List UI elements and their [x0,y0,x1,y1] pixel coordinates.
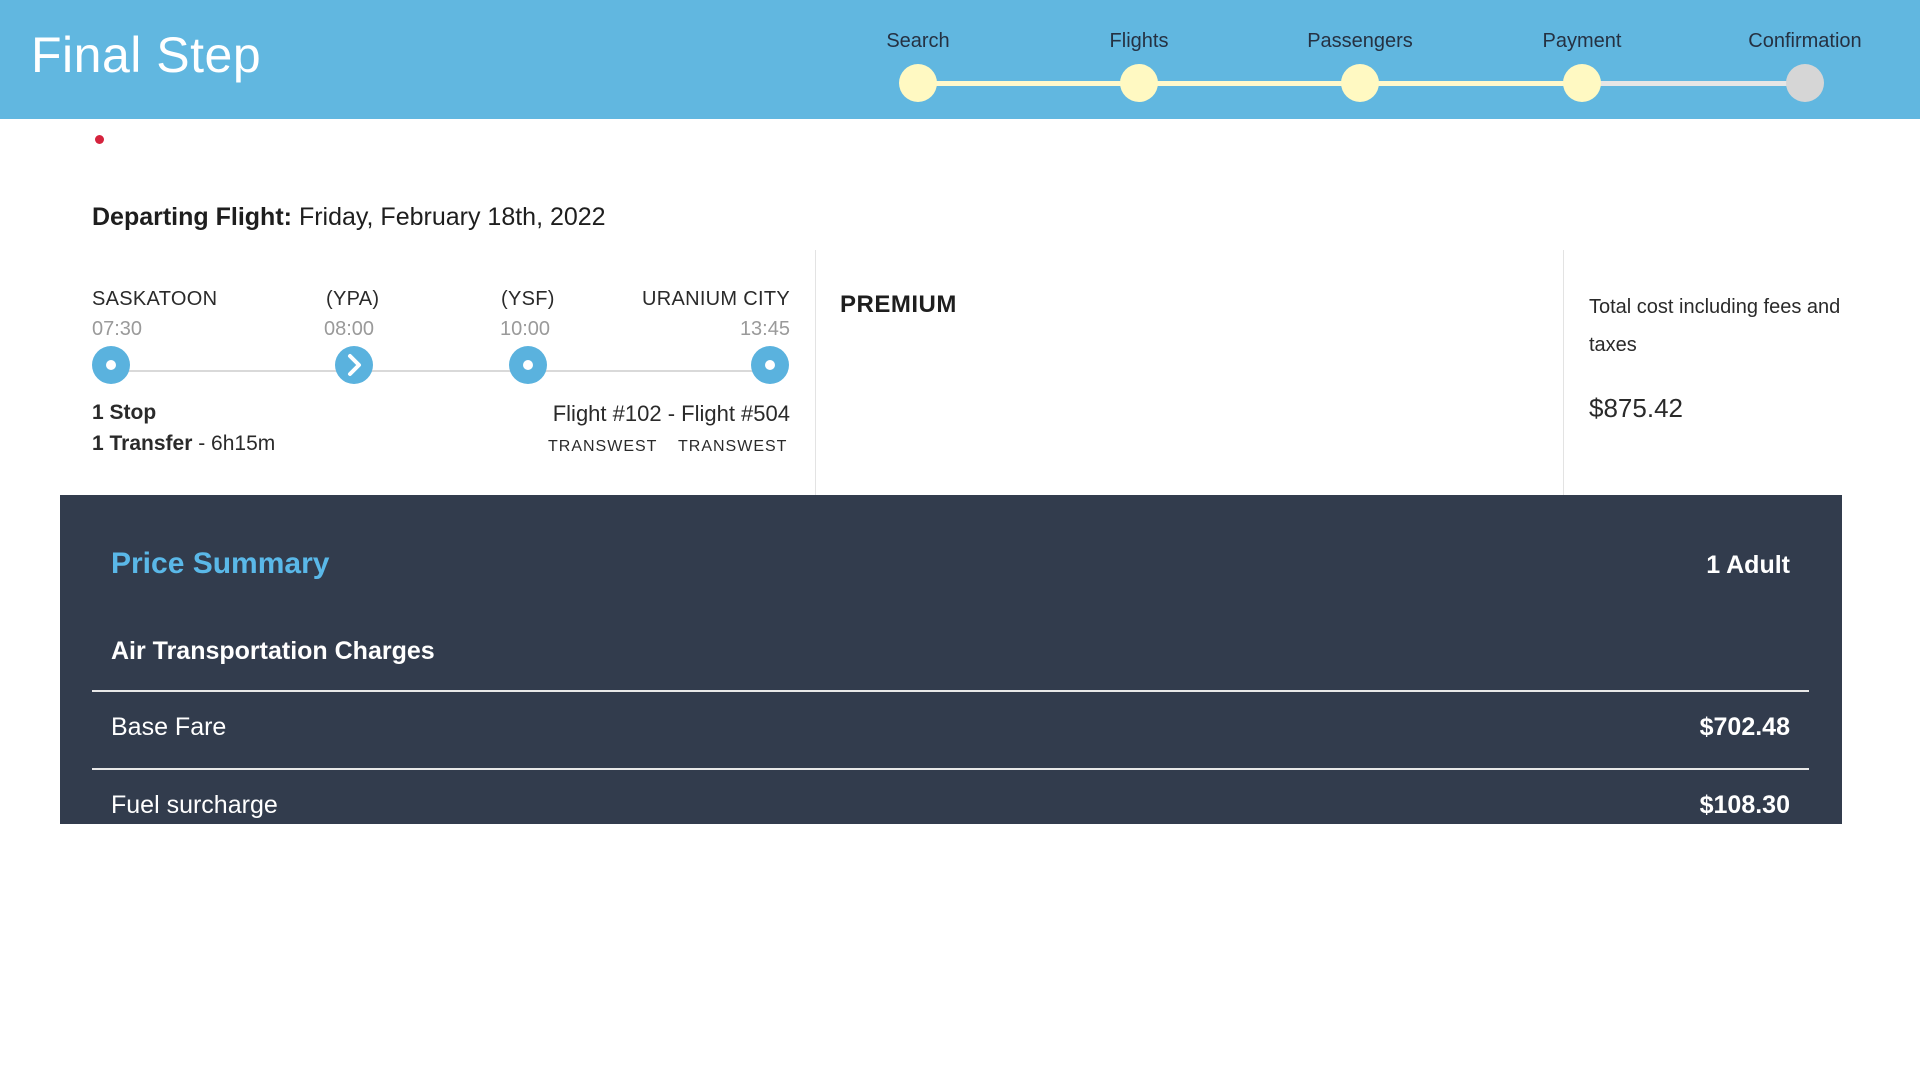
fare-class: PREMIUM [840,291,957,318]
column-divider [1563,250,1564,495]
total-cost-label: Total cost including fees and taxes [1589,296,1841,356]
passenger-count: 1 Adult [1706,551,1790,579]
arrival-time: 13:45 [739,318,790,340]
notification-dot [95,135,104,144]
stops-count: 1 Stop [92,401,157,424]
fuel-surcharge-value: $108.30 [1699,791,1790,819]
transfer-duration: - 6h15m [192,432,276,455]
charges-section-heading: Air Transportation Charges [111,637,435,665]
fuel-surcharge-label: Fuel surcharge [111,791,278,819]
step-dot [1786,64,1824,102]
price-summary-panel: Price Summary 1 Adult Air Transportation… [60,495,1842,824]
origin-node-icon [92,346,130,384]
step-flights[interactable]: Flights [1059,0,1219,119]
total-cost-amount: $875.42 [1589,393,1683,423]
step-dot [899,64,937,102]
step-label: Flights [1109,30,1169,52]
departing-flight-heading: Departing Flight: Friday, February 18th,… [92,203,606,232]
step-search[interactable]: Search [838,0,998,119]
stop-city-ysf: (YSF) [501,288,555,310]
destination-city: URANIUM CITY [641,288,790,310]
step-dot [1341,64,1379,102]
step-confirmation: Confirmation [1725,0,1885,119]
stop-time-ypa: 08:00 [324,318,375,340]
route-line [111,370,771,372]
header-bar: Final Step Search Flights Passengers Pay… [0,0,1920,119]
departing-label: Departing Flight: [92,203,292,231]
origin-city: SASKATOON [92,288,218,310]
step-label: Payment [1542,30,1622,52]
transfer-count: 1 Transfer [92,432,193,455]
stop-time-ysf: 10:00 [500,318,551,340]
page-title: Final Step [31,27,262,83]
progress-fill [918,81,1584,86]
airline-name: TRANSWEST [548,438,658,455]
airline-name: TRANSWEST [678,438,788,455]
base-fare-label: Base Fare [111,713,227,741]
step-dot [1120,64,1158,102]
step-label: Search [886,30,950,52]
chevron-right-icon [335,346,373,384]
base-fare-value: $702.48 [1699,713,1790,741]
divider [92,690,1809,692]
departing-date: Friday, February 18th, 2022 [298,203,606,231]
stop-city-ypa: (YPA) [326,288,380,310]
column-divider [815,250,816,495]
chevron-right-icon-svg [348,354,361,376]
step-label: Passengers [1307,30,1413,52]
stop-node-icon [509,346,547,384]
departure-time: 07:30 [92,318,143,340]
step-passengers[interactable]: Passengers [1280,0,1440,119]
step-label: Confirmation [1748,30,1862,52]
step-payment[interactable]: Payment [1502,0,1662,119]
divider [92,768,1809,770]
flight-numbers: Flight #102 - Flight #504 [552,401,790,426]
destination-node-icon [751,346,789,384]
price-summary-title: Price Summary [111,547,330,580]
transfer-info: 1 Transfer - 6h15m [92,432,275,456]
step-dot [1563,64,1601,102]
